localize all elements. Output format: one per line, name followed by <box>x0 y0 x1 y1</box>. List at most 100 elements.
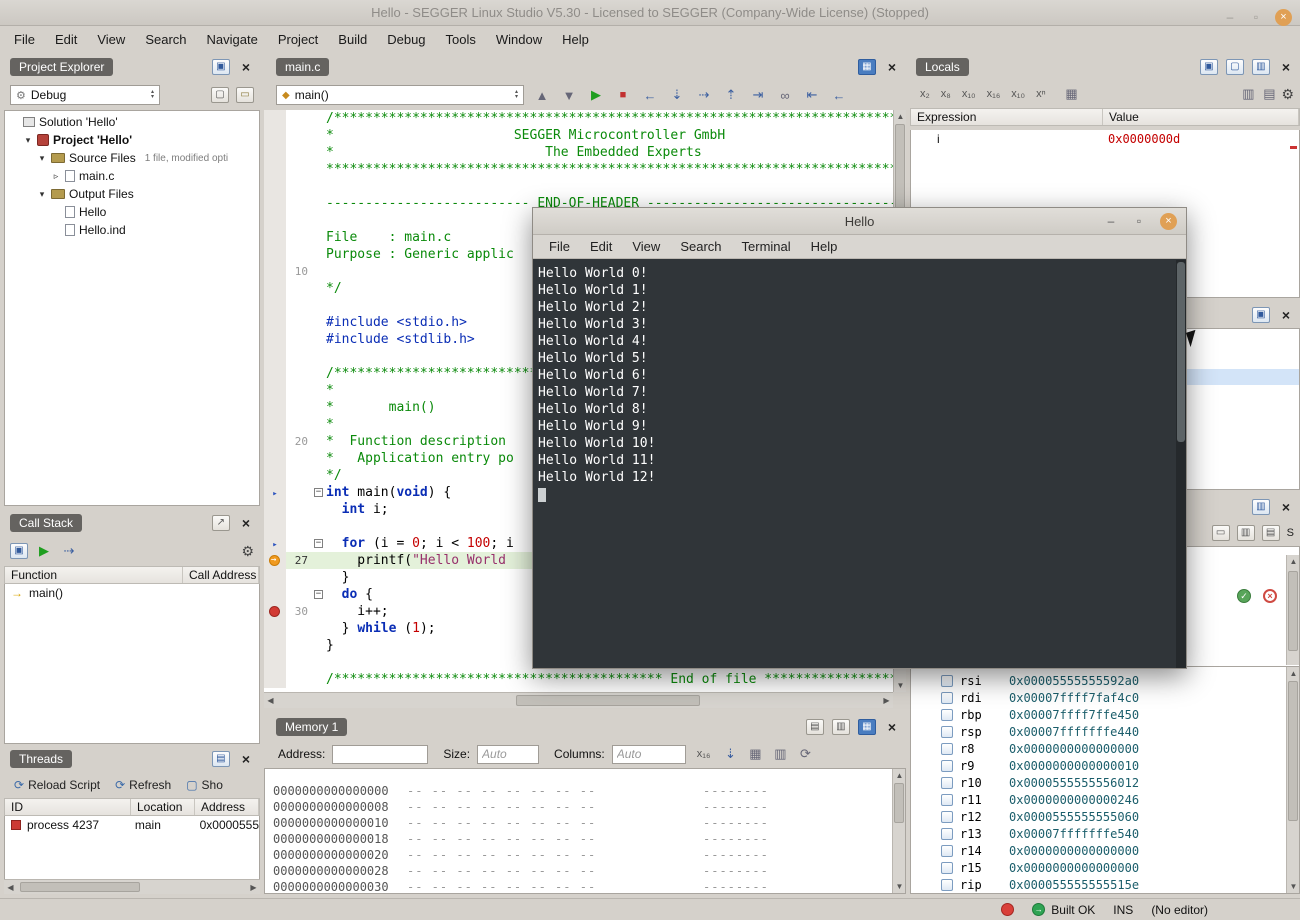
show-pc-icon[interactable]: ← <box>830 88 848 103</box>
column-value[interactable]: Value <box>1103 109 1299 125</box>
scroll-down-icon[interactable]: ▼ <box>894 679 907 692</box>
breakpoint-gutter[interactable] <box>264 620 286 637</box>
code-line[interactable]: /***************************************… <box>264 671 893 688</box>
breakpoint-gutter[interactable] <box>264 671 286 688</box>
threads-action-refresh[interactable]: ⟳Refresh <box>111 776 175 794</box>
breakpoint-gutter[interactable] <box>264 433 286 450</box>
terminal-menu-file[interactable]: File <box>539 237 580 256</box>
breakpoint-gutter[interactable]: ▸ <box>264 484 286 501</box>
close-panel-icon[interactable]: × <box>1278 307 1294 323</box>
scroll-up-icon[interactable]: ▲ <box>893 769 906 782</box>
fold-collapse-icon[interactable]: − <box>314 590 323 599</box>
infinity-icon[interactable]: ∞ <box>776 88 794 103</box>
memory-row[interactable]: 0000000000000010-- -- -- -- -- -- -- ---… <box>265 815 905 831</box>
breakpoint-gutter[interactable] <box>264 654 286 671</box>
grid-view-icon[interactable]: ▦ <box>746 746 764 762</box>
address-input[interactable] <box>332 745 428 764</box>
editor-hscrollbar[interactable]: ◀ ▶ <box>264 692 893 708</box>
memory-row[interactable]: 0000000000000018-- -- -- -- -- -- -- ---… <box>265 831 905 847</box>
call-stack-settings-icon[interactable]: ⚙ <box>241 543 254 560</box>
scroll-up-icon[interactable]: ▲ <box>1287 667 1300 680</box>
breakpoint-gutter[interactable] <box>264 110 286 127</box>
column-location[interactable]: Location <box>131 799 195 815</box>
tree-item-source-files[interactable]: ▾Source Files1 file, modified opti <box>5 149 259 167</box>
copy-icon[interactable]: ▥ <box>1237 525 1255 541</box>
scroll-thumb[interactable] <box>20 882 140 892</box>
memory-row[interactable]: 0000000000000030-- -- -- -- -- -- -- ---… <box>265 879 905 894</box>
code-line[interactable]: ****************************************… <box>264 161 893 178</box>
breakpoint-gutter[interactable] <box>264 603 286 620</box>
breakpoint-gutter[interactable] <box>264 144 286 161</box>
breakpoint-gutter[interactable] <box>264 399 286 416</box>
scroll-left-icon[interactable]: ◀ <box>4 881 17 894</box>
run-to-cursor-icon[interactable]: ⇥ <box>749 87 767 103</box>
scroll-thumb[interactable] <box>894 783 904 823</box>
terminal-menu-terminal[interactable]: Terminal <box>732 237 801 256</box>
editor-tab-main-c[interactable]: main.c <box>276 58 329 76</box>
scroll-down-icon[interactable]: ▼ <box>893 880 906 893</box>
next-symbol-icon[interactable]: ▼ <box>560 88 578 103</box>
memory-row[interactable]: 0000000000000020-- -- -- -- -- -- -- ---… <box>265 847 905 863</box>
build-config-select[interactable]: ⚙ Debug ▴▾ <box>10 85 160 105</box>
tree-item-hello[interactable]: Hello <box>5 203 259 221</box>
registers-vscrollbar[interactable]: ▲ ▼ <box>1286 667 1299 893</box>
tree-item-hello-ind[interactable]: Hello.ind <box>5 221 259 239</box>
set-next-statement-icon[interactable]: ⇤ <box>803 87 821 103</box>
terminal-titlebar[interactable]: Hello – ▫ × <box>533 208 1186 235</box>
menu-item-tools[interactable]: Tools <box>436 29 486 50</box>
add-watch-icon[interactable]: ▢ <box>1226 59 1244 75</box>
terminal-scrollbar[interactable] <box>1176 260 1186 668</box>
thread-row[interactable]: process 4237 main 0x0000555 <box>5 816 259 833</box>
code-line[interactable]: * The Embedded Experts <box>264 144 893 161</box>
tree-arrow-icon[interactable]: ▾ <box>37 189 47 200</box>
breakpoint-gutter[interactable] <box>264 195 286 212</box>
close-panel-icon[interactable]: × <box>884 719 900 735</box>
close-panel-icon[interactable]: × <box>238 515 254 531</box>
scroll-left-icon[interactable]: ◀ <box>264 694 277 707</box>
close-panel-icon[interactable]: × <box>1278 499 1294 515</box>
terminal-menu-view[interactable]: View <box>622 237 670 256</box>
terminal-menu-edit[interactable]: Edit <box>580 237 622 256</box>
grid-view-icon[interactable]: ▦ <box>1063 86 1081 102</box>
breakpoint-gutter[interactable] <box>264 246 286 263</box>
minimize-icon[interactable]: – <box>1104 214 1118 228</box>
fold-collapse-icon[interactable]: − <box>314 488 323 497</box>
code-line[interactable] <box>264 178 893 195</box>
breakpoint-gutter[interactable] <box>264 229 286 246</box>
radix-button-0[interactable]: x₂ <box>916 86 934 102</box>
scroll-thumb[interactable] <box>1288 681 1298 821</box>
threads-hscrollbar[interactable]: ◀ ▶ <box>4 879 260 894</box>
menu-item-search[interactable]: Search <box>135 29 196 50</box>
float-panel-icon[interactable]: ▣ <box>212 59 230 75</box>
memory-view-icon[interactable]: ▦ <box>858 719 876 735</box>
breakpoint-gutter[interactable] <box>264 552 286 569</box>
register-row[interactable]: r140x0000000000000000 <box>911 842 1299 859</box>
popout-frame-icon[interactable]: ↗ <box>212 515 230 531</box>
locals-settings-icon[interactable]: ⚙ <box>1281 86 1294 103</box>
stop-icon[interactable]: ■ <box>614 89 632 101</box>
terminal-window[interactable]: Hello – ▫ × FileEditViewSearchTerminalHe… <box>532 207 1187 669</box>
radix-button-3[interactable]: x₁₆ <box>983 86 1005 102</box>
scroll-thumb[interactable] <box>1177 262 1185 442</box>
breakpoint-gutter[interactable] <box>264 518 286 535</box>
threads-action-sho[interactable]: ▢Sho <box>182 776 227 794</box>
show-frame-icon[interactable]: ▣ <box>10 543 28 559</box>
scroll-thumb[interactable] <box>516 695 700 706</box>
breakpoint-gutter[interactable] <box>264 382 286 399</box>
columns-input[interactable] <box>612 745 686 764</box>
menu-item-navigate[interactable]: Navigate <box>197 29 268 50</box>
copy-icon[interactable]: ▥ <box>1239 86 1257 102</box>
fold-collapse-icon[interactable]: − <box>314 539 323 548</box>
breakpoint-gutter[interactable] <box>264 297 286 314</box>
column-view-icon[interactable]: ▥ <box>771 746 789 762</box>
close-tab-icon[interactable]: × <box>884 59 900 75</box>
memory-row[interactable]: 0000000000000028-- -- -- -- -- -- -- ---… <box>265 863 905 879</box>
scroll-thumb[interactable] <box>1288 571 1298 651</box>
menu-item-debug[interactable]: Debug <box>377 29 435 50</box>
step-frame-icon[interactable]: ⇢ <box>60 543 78 559</box>
breakpoint-gutter[interactable] <box>264 586 286 603</box>
breakpoint-gutter[interactable] <box>264 280 286 297</box>
locals-row[interactable]: i 0x0000000d <box>911 130 1299 147</box>
breakpoint-gutter[interactable] <box>264 178 286 195</box>
step-over-icon[interactable]: ⇢ <box>695 87 713 103</box>
